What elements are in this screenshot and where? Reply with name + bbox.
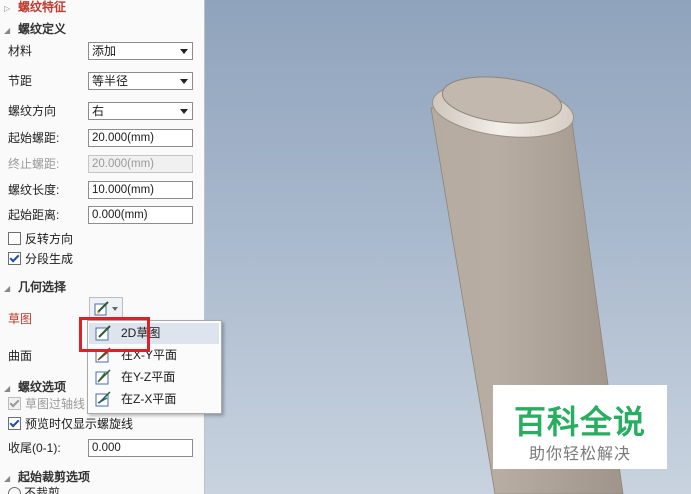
start-pitch-label: 起始螺距: [8,131,60,145]
sketch-select-button[interactable] [89,297,123,319]
end-pitch-label: 终止螺距: [8,157,60,171]
pitch-dropdown[interactable]: 等半径 [88,72,193,90]
collapse-triangle-icon[interactable]: ◢ [4,281,18,297]
section-thread-definition[interactable]: ◢ 螺纹定义 [4,21,66,37]
thread-direction-dropdown[interactable]: 右 [88,102,193,120]
yz-plane-icon [95,369,111,385]
pitch-label: 节距 [8,74,33,88]
section-geometry-selection[interactable]: ◢ 几何选择 [4,279,66,295]
no-trim-label: 不裁剪 [24,486,61,494]
start-distance-label: 起始距离: [8,208,60,222]
checkbox-box-checked[interactable] [8,252,21,265]
section-thread-feature[interactable]: ▷ 螺纹特征 [4,0,66,15]
collapse-triangle-icon[interactable]: ◢ [4,381,18,397]
checkbox-box-checked[interactable] [8,417,21,430]
sketch-label: 草图 [8,312,33,326]
menu-item-zx-plane[interactable]: 在Z-X平面 [89,389,219,410]
no-trim-radio[interactable] [8,487,21,494]
reverse-direction-checkbox[interactable]: 反转方向 [8,231,73,247]
tail-label: 收尾(0-1): [8,441,61,455]
thread-direction-label: 螺纹方向 [8,104,57,118]
zx-plane-icon [95,391,111,407]
watermark-title: 百科全说 [513,404,646,440]
tail-input[interactable]: 0.000 [88,439,193,457]
dropdown-arrow-icon [180,49,188,54]
menu-item-yz-plane[interactable]: 在Y-Z平面 [89,367,219,388]
start-pitch-input[interactable]: 20.000(mm) [88,129,193,147]
section-thread-options[interactable]: ◢ 螺纹选项 [4,379,66,395]
checkbox-box-checked [8,397,21,410]
menu-item-2d-sketch[interactable]: 2D草图 [89,323,219,344]
dropdown-arrow-icon [112,307,118,311]
segment-generate-checkbox[interactable]: 分段生成 [8,251,73,267]
dropdown-arrow-icon [180,79,188,84]
dropdown-arrow-icon [180,109,188,114]
thread-length-input[interactable]: 10.000(mm) [88,181,193,199]
preview-helix-only-checkbox[interactable]: 预览时仅显示螺旋线 [8,416,133,432]
menu-item-xy-plane[interactable]: 在X-Y平面 [89,345,219,366]
end-pitch-input: 20.000(mm) [88,155,193,173]
material-label: 材料 [8,44,33,58]
sketch-through-axis-checkbox: 草图过轴线 [8,396,85,412]
checkbox-box[interactable] [8,232,21,245]
surface-label: 曲面 [8,349,33,363]
watermark-subtitle: 助你轻松解决 [528,446,631,463]
sketch-2d-icon [95,325,111,341]
start-distance-input[interactable]: 0.000(mm) [88,206,193,224]
collapse-triangle-icon[interactable]: ◢ [4,23,18,39]
expand-triangle-icon[interactable]: ▷ [4,1,18,17]
sketch-plane-menu: 2D草图 在X-Y平面 在Y-Z平面 在Z-X平面 [87,320,222,414]
material-dropdown[interactable]: 添加 [88,42,193,60]
property-panel: ▷ 螺纹特征 ◢ 螺纹定义 材料 添加 节距 等半径 螺纹方向 右 起始螺距: 20… [0,0,205,494]
watermark: 百科全说 助你轻松解决 [493,385,667,469]
sketch-pencil-icon [94,301,109,316]
collapse-triangle-icon[interactable]: ◢ [4,471,18,487]
xy-plane-icon [95,347,111,363]
thread-length-label: 螺纹长度: [8,183,60,197]
section-start-trim-options[interactable]: ◢ 起始裁剪选项 [4,469,90,485]
